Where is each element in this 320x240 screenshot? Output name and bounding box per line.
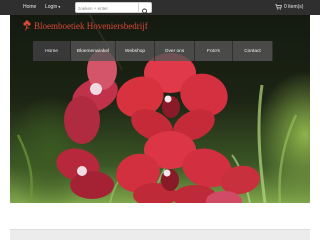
nav-item-over-ons[interactable]: Over ons (155, 41, 195, 61)
nav-item-home[interactable]: Home (33, 41, 71, 61)
nav-item-fotos[interactable]: Foto's (195, 41, 233, 61)
main-nav: Home Bloemenwinkel Webshop Over ons Foto… (33, 41, 273, 61)
nav-item-contact[interactable]: Contact (233, 41, 273, 61)
search-button[interactable] (138, 3, 151, 15)
cart-icon (275, 4, 282, 10)
login-menu[interactable]: Login▾ (45, 3, 60, 11)
site-title: Bloemboetiek Hoveniersbedrijf (34, 20, 148, 31)
top-home-link[interactable]: Home (23, 3, 36, 11)
search-input[interactable] (78, 4, 136, 12)
nav-item-webshop[interactable]: Webshop (116, 41, 155, 61)
cart-count: 0 item(s) (284, 4, 304, 10)
nav-item-bloemenwinkel[interactable]: Bloemenwinkel (71, 41, 116, 61)
login-label: Login (45, 4, 58, 10)
content-panel (10, 229, 310, 240)
top-bar: Home Login▾ 0 item(s) (0, 0, 320, 15)
cart-link[interactable]: 0 item(s) (275, 3, 303, 11)
chevron-down-icon: ▾ (58, 4, 61, 9)
search-box (75, 2, 152, 15)
brand[interactable]: Bloemboetiek Hoveniersbedrijf (23, 20, 148, 31)
flower-icon (23, 20, 31, 31)
